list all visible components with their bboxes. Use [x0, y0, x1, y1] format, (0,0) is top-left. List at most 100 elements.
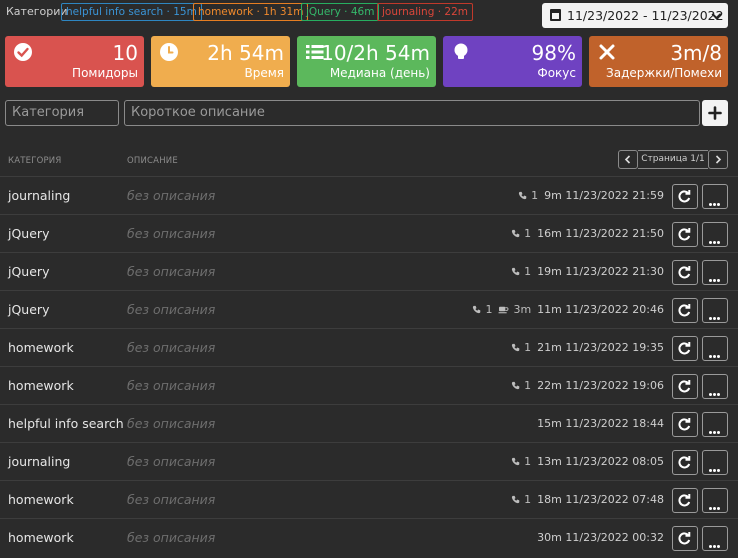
table-row: journaling без описания 1 13m 11/23/2022 08… [0, 442, 738, 480]
phone-icon: 1 [511, 455, 531, 468]
chip-journaling[interactable]: journaling · 22m [377, 3, 473, 21]
redo-icon [678, 228, 691, 241]
stat-card-interruptions: 3m/8 Задержки/Помехи [589, 36, 728, 87]
row-meta: 1 9m 11/23/2022 21:59 [518, 189, 664, 202]
row-category: homework [8, 530, 74, 545]
phone-icon: 1 [511, 493, 531, 506]
row-category: homework [8, 378, 74, 393]
timestamp: 11/23/2022 08:05 [565, 455, 664, 468]
row-description: без описания [127, 492, 216, 507]
duration: 15m [537, 417, 562, 430]
category-input[interactable]: Категория [5, 100, 119, 126]
chip-jquery[interactable]: jQuery · 46m [301, 3, 380, 21]
ellipsis-icon [709, 537, 721, 552]
stat-label: Время [244, 66, 284, 80]
phone-icon: 1 [511, 379, 531, 392]
ellipsis-icon [709, 309, 721, 324]
pager-next-button[interactable] [708, 150, 728, 169]
duration: 22m [537, 379, 562, 392]
chevron-left-icon [624, 155, 631, 164]
timestamp: 11/23/2022 18:44 [565, 417, 664, 430]
row-meta: 1 21m 11/23/2022 19:35 [511, 341, 664, 354]
plus-icon [708, 106, 722, 120]
stat-value: 10/2h 54m [321, 41, 430, 65]
ellipsis-icon [709, 499, 721, 514]
table-row: homework без описания 30m 11/23/2022 00:32 [0, 518, 738, 556]
stat-label: Фокус [537, 66, 576, 80]
row-description: без описания [127, 226, 216, 241]
more-options-button[interactable] [702, 184, 728, 209]
lightbulb-icon [454, 43, 468, 59]
row-description: без описания [127, 416, 216, 431]
timestamp: 11/23/2022 21:50 [565, 227, 664, 240]
row-description: без описания [127, 530, 216, 545]
table-row: jQuery без описания 1 16m 11/23/2022 21:50 [0, 214, 738, 252]
more-options-button[interactable] [702, 260, 728, 285]
repeat-button[interactable] [672, 526, 698, 551]
more-options-button[interactable] [702, 222, 728, 247]
stat-card-pomodoros: 10 Помидоры [5, 36, 144, 87]
phone-icon: 1 [472, 303, 492, 316]
row-category: jQuery [8, 226, 50, 241]
more-options-button[interactable] [702, 336, 728, 361]
chip-helpful-info-search[interactable]: helpful info search · 15m [61, 3, 202, 21]
more-options-button[interactable] [702, 374, 728, 399]
repeat-button[interactable] [672, 222, 698, 247]
clock-icon [160, 43, 178, 61]
repeat-button[interactable] [672, 298, 698, 323]
more-options-button[interactable] [702, 488, 728, 513]
ellipsis-icon [709, 347, 721, 362]
repeat-button[interactable] [672, 184, 698, 209]
redo-icon [678, 418, 691, 431]
repeat-button[interactable] [672, 336, 698, 361]
row-category: homework [8, 492, 74, 507]
row-category: jQuery [8, 264, 50, 279]
date-range-picker[interactable]: 11/23/2022 - 11/23/2022 [542, 3, 728, 28]
timestamp: 11/23/2022 20:46 [565, 303, 664, 316]
row-meta: 1 18m 11/23/2022 07:48 [511, 493, 664, 506]
repeat-button[interactable] [672, 374, 698, 399]
chip-homework[interactable]: homework · 1h 31m [193, 3, 309, 21]
duration: 19m [537, 265, 562, 278]
repeat-button[interactable] [672, 260, 698, 285]
stat-value: 10 [112, 41, 138, 65]
stat-label: Помидоры [72, 66, 138, 80]
repeat-button[interactable] [672, 412, 698, 437]
row-meta: 15m 11/23/2022 18:44 [537, 417, 664, 430]
stat-value: 98% [531, 41, 576, 65]
redo-icon [678, 190, 691, 203]
add-entry-button[interactable] [702, 100, 728, 126]
row-description: без описания [127, 302, 216, 317]
row-meta: 30m 11/23/2022 00:32 [537, 531, 664, 544]
close-icon [599, 44, 615, 60]
description-input[interactable]: Короткое описание [124, 100, 700, 126]
repeat-button[interactable] [672, 488, 698, 513]
coffee-icon: 3m [498, 303, 531, 316]
row-description: без описания [127, 188, 216, 203]
more-options-button[interactable] [702, 526, 728, 551]
redo-icon [678, 304, 691, 317]
table-row: jQuery без описания 1 19m 11/23/2022 21:30 [0, 252, 738, 290]
table-row: helpful info search без описания 15m 11/23… [0, 404, 738, 442]
stat-label: Задержки/Помехи [606, 66, 722, 80]
ellipsis-icon [709, 233, 721, 248]
row-category: homework [8, 340, 74, 355]
ellipsis-icon [709, 271, 721, 286]
repeat-button[interactable] [672, 450, 698, 475]
column-header-category: КАТЕГОРИЯ [8, 156, 62, 166]
redo-icon [678, 494, 691, 507]
row-description: без описания [127, 454, 216, 469]
pager-prev-button[interactable] [618, 150, 638, 169]
timestamp: 11/23/2022 00:32 [565, 531, 664, 544]
table-row: jQuery без описания 1 3m 11m 11/23/2022 20:4… [0, 290, 738, 328]
row-meta: 1 16m 11/23/2022 21:50 [511, 227, 664, 240]
more-options-button[interactable] [702, 450, 728, 475]
timestamp: 11/23/2022 19:06 [565, 379, 664, 392]
duration: 13m [537, 455, 562, 468]
stat-card-time: 2h 54m Время [151, 36, 290, 87]
more-options-button[interactable] [702, 298, 728, 323]
more-options-button[interactable] [702, 412, 728, 437]
check-circle-icon [14, 43, 32, 61]
redo-icon [678, 342, 691, 355]
stat-value: 3m/8 [670, 41, 722, 65]
